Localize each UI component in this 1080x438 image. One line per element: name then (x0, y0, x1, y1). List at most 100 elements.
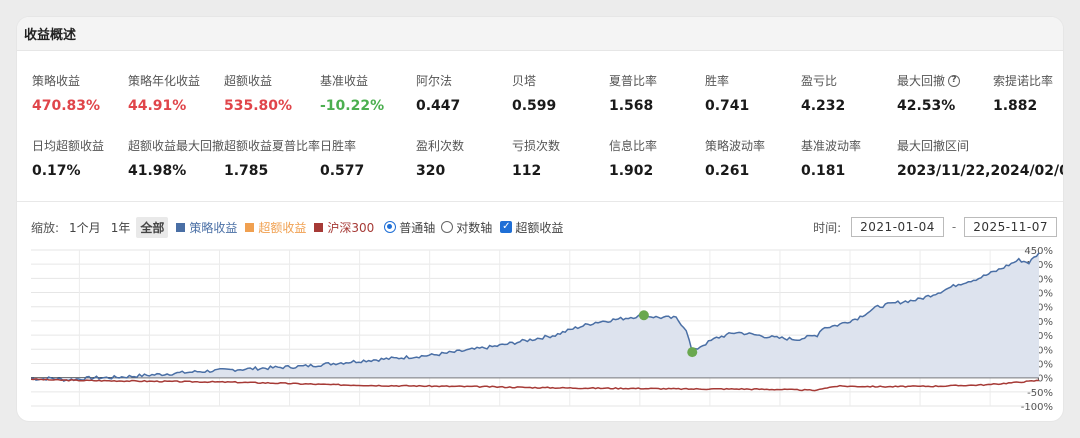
axis-normal-label[interactable]: 普通轴 (399, 219, 435, 236)
metric-metrics_row2-7: 策略波动率 0.261 (705, 137, 805, 179)
metric-label-text: 超额收益最大回撤 (128, 139, 225, 153)
metric-metrics_row1-3: 基准收益 -10.22% (320, 72, 420, 114)
metric-label: 最大回撤? (897, 72, 997, 89)
metric-label-text: 策略波动率 (705, 139, 766, 153)
excess-checkbox-label[interactable]: 超额收益 (515, 219, 563, 236)
metric-metrics_row2-6: 信息比率 1.902 (609, 137, 709, 179)
legend-strategy[interactable]: 策略收益 (176, 219, 237, 236)
drawdown-marker (687, 347, 698, 358)
legend-strategy-swatch (176, 222, 186, 232)
chart-controls: 缩放: 1个月 1年 全部 策略收益 超额收益 沪深300 普通轴 对数轴 ✓ … (31, 216, 1057, 238)
metric-metrics_row2-4: 盈利次数 320 (416, 137, 516, 179)
metric-metrics_row1-5: 贝塔 0.599 (512, 72, 612, 114)
metric-label-text: 策略收益 (32, 74, 81, 88)
metric-value: 0.261 (705, 163, 750, 179)
metric-label: 夏普比率 (609, 72, 709, 89)
legend-excess-label: 超额收益 (258, 220, 307, 235)
metric-metrics_row1-8: 盈亏比 4.232 (801, 72, 901, 114)
metric-metrics_row2-3: 日胜率 0.577 (320, 137, 420, 179)
legend-hs300[interactable]: 沪深300 (314, 219, 374, 236)
axis-normal-radio[interactable] (384, 221, 397, 233)
metric-metrics_row2-8: 基准波动率 0.181 (801, 137, 901, 179)
metric-value: 1.568 (609, 98, 654, 114)
metric-metrics_row2-5: 亏损次数 112 (512, 137, 612, 179)
metric-value: 44.91% (128, 98, 187, 114)
panel-header: 收益概述 (17, 17, 1063, 51)
metric-label: 日均超额收益 (32, 137, 132, 154)
metric-label: 策略收益 (32, 72, 132, 89)
metric-value: 0.17% (32, 163, 81, 179)
metric-metrics_row2-2: 超额收益夏普比率 1.785 (224, 137, 324, 179)
metric-metrics_row1-2: 超额收益 535.80% (224, 72, 324, 114)
metric-label: 超额收益 (224, 72, 324, 89)
legend-excess[interactable]: 超额收益 (245, 219, 306, 236)
metric-label-text: 超额收益 (224, 74, 273, 88)
legend-strategy-label: 策略收益 (189, 220, 238, 235)
metric-metrics_row1-10: 索提诺比率 1.882 (993, 72, 1063, 114)
date-from-input[interactable]: 2021-01-04 (851, 217, 944, 237)
y-tick-label: -50% (1027, 388, 1053, 399)
metric-value: 320 (416, 163, 446, 179)
axis-log-radio[interactable] (441, 221, 454, 233)
metric-label: 阿尔法 (416, 72, 516, 89)
metric-label-text: 日均超额收益 (32, 139, 105, 153)
question-circle-icon[interactable]: ? (948, 74, 961, 87)
axis-log-label[interactable]: 对数轴 (456, 219, 492, 236)
zoom-1month-button[interactable]: 1个月 (65, 217, 105, 238)
metric-label-text: 最大回撤区间 (897, 139, 970, 153)
metric-value: -10.22% (320, 98, 385, 114)
legend-hs300-label: 沪深300 (327, 220, 375, 235)
metric-value: 0.741 (705, 98, 750, 114)
metric-value: 1.785 (224, 163, 269, 179)
metric-label-text: 贝塔 (512, 74, 537, 88)
metric-metrics_row1-7: 胜率 0.741 (705, 72, 805, 114)
metric-value: 470.83% (32, 98, 101, 114)
metric-metrics_row2-0: 日均超额收益 0.17% (32, 137, 132, 179)
date-to-input[interactable]: 2025-11-07 (964, 217, 1057, 237)
returns-overview-panel: 收益概述 策略收益 470.83% 策略年化收益 44.91% 超额收益 535.80% 基… (17, 17, 1063, 421)
metric-label: 胜率 (705, 72, 805, 89)
metric-value: 0.577 (320, 163, 365, 179)
metric-metrics_row1-1: 策略年化收益 44.91% (128, 72, 228, 114)
metric-label: 索提诺比率 (993, 72, 1063, 89)
metric-value: 1.882 (993, 98, 1038, 114)
metric-value: 4.232 (801, 98, 846, 114)
zoom-label: 缩放: (31, 220, 60, 235)
excess-checkbox[interactable]: ✓ (500, 221, 513, 233)
metric-label-text: 阿尔法 (416, 74, 453, 88)
returns-chart: 450%400%350%300%250%200%150%100%50%0%-50… (31, 246, 1053, 413)
metric-label-text: 最大回撤 (897, 74, 946, 88)
panel-title: 收益概述 (24, 28, 77, 43)
metric-value: 42.53% (897, 98, 956, 114)
metric-label-text: 夏普比率 (609, 74, 658, 88)
metric-value: 0.599 (512, 98, 557, 114)
metric-metrics_row1-4: 阿尔法 0.447 (416, 72, 516, 114)
y-tick-label: -100% (1021, 402, 1053, 413)
metric-label: 日胜率 (320, 137, 420, 154)
divider (17, 201, 1063, 202)
zoom-1year-button[interactable]: 1年 (107, 217, 135, 238)
metric-label: 亏损次数 (512, 137, 612, 154)
time-label: 时间: (813, 220, 842, 235)
metric-label-text: 超额收益夏普比率 (224, 139, 321, 153)
metric-value: 0.181 (801, 163, 846, 179)
drawdown-marker (638, 310, 649, 321)
metric-metrics_row1-6: 夏普比率 1.568 (609, 72, 709, 114)
metric-value: 1.902 (609, 163, 654, 179)
metric-label-text: 索提诺比率 (993, 74, 1054, 88)
metric-label-text: 亏损次数 (512, 139, 561, 153)
metric-label: 超额收益夏普比率 (224, 137, 324, 154)
metric-label: 超额收益最大回撤 (128, 137, 228, 154)
zoom-all-button[interactable]: 全部 (136, 216, 169, 238)
metric-label: 盈利次数 (416, 137, 516, 154)
metric-label: 信息比率 (609, 137, 709, 154)
metric-label-text: 基准收益 (320, 74, 369, 88)
y-tick-label: 0% (1037, 374, 1053, 385)
metric-label: 策略波动率 (705, 137, 805, 154)
metric-value: 535.80% (224, 98, 293, 114)
metric-metrics_row1-0: 策略收益 470.83% (32, 72, 132, 114)
date-separator: - (951, 220, 957, 234)
metric-label: 最大回撤区间 (897, 137, 1063, 154)
metric-label: 基准波动率 (801, 137, 901, 154)
metric-metrics_row1-9: 最大回撤? 42.53% (897, 72, 997, 114)
